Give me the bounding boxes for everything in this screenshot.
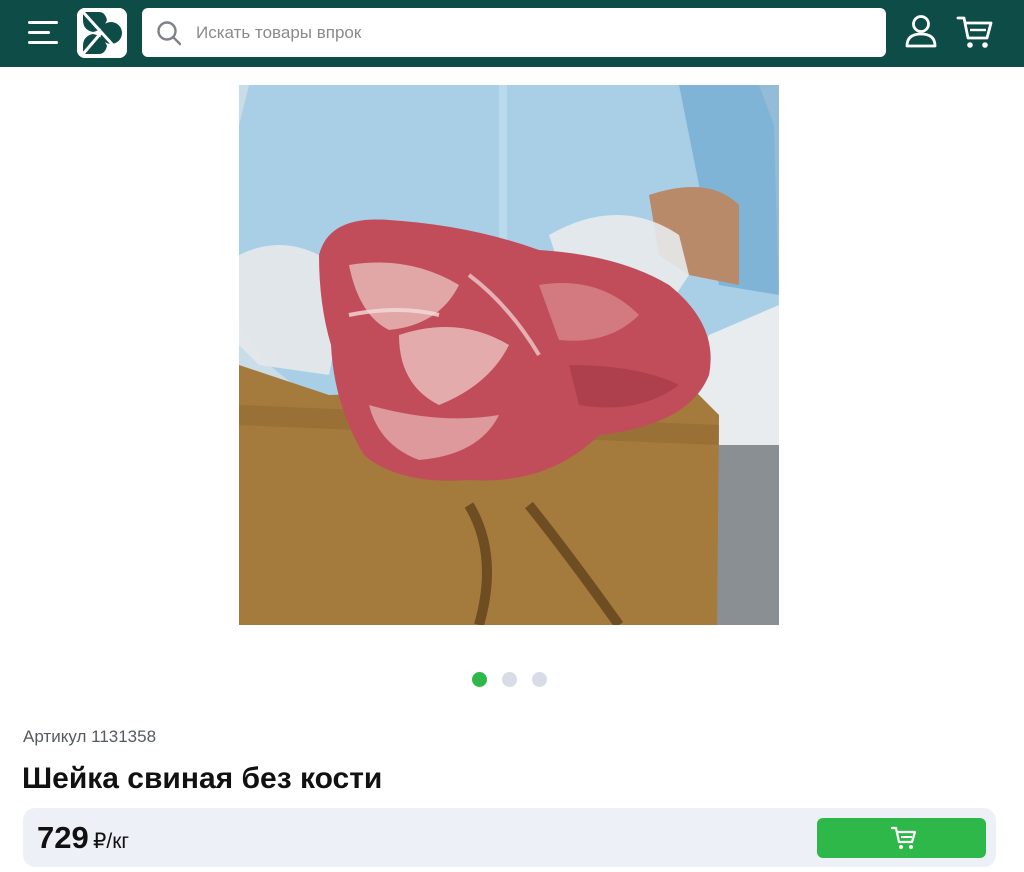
header-cart-button[interactable] [956, 14, 994, 50]
price-bar: 729 ₽/кг [23, 808, 996, 867]
gallery-pagination [472, 672, 552, 687]
product-sku: Артикул 1131358 [23, 727, 156, 747]
gallery-dot-3[interactable] [532, 672, 547, 687]
menu-icon-line-1 [28, 21, 58, 24]
user-icon [905, 15, 937, 48]
profile-button[interactable] [904, 14, 938, 50]
menu-button[interactable] [28, 18, 60, 48]
sku-label: Артикул [23, 727, 87, 746]
search-icon[interactable] [156, 20, 182, 46]
top-header [0, 0, 1024, 67]
search-box [142, 8, 886, 57]
cart-icon [956, 16, 993, 48]
price-unit: ₽/кг [93, 830, 130, 853]
search-input[interactable] [196, 8, 866, 57]
sku-value: 1131358 [91, 727, 157, 746]
product-photo[interactable] [239, 85, 779, 625]
price-value: 729 [37, 820, 89, 855]
menu-icon-line-2 [28, 31, 50, 34]
product-photo-illustration [239, 85, 779, 625]
add-to-cart-button[interactable] [817, 818, 986, 858]
logo-icon [77, 8, 127, 58]
cart-icon [891, 826, 917, 849]
menu-icon-line-3 [28, 41, 58, 44]
product-title: Шейка свиная без кости [22, 762, 383, 795]
gallery-dot-2[interactable] [502, 672, 517, 687]
gallery-dot-1[interactable] [472, 672, 487, 687]
store-logo[interactable] [77, 8, 127, 58]
